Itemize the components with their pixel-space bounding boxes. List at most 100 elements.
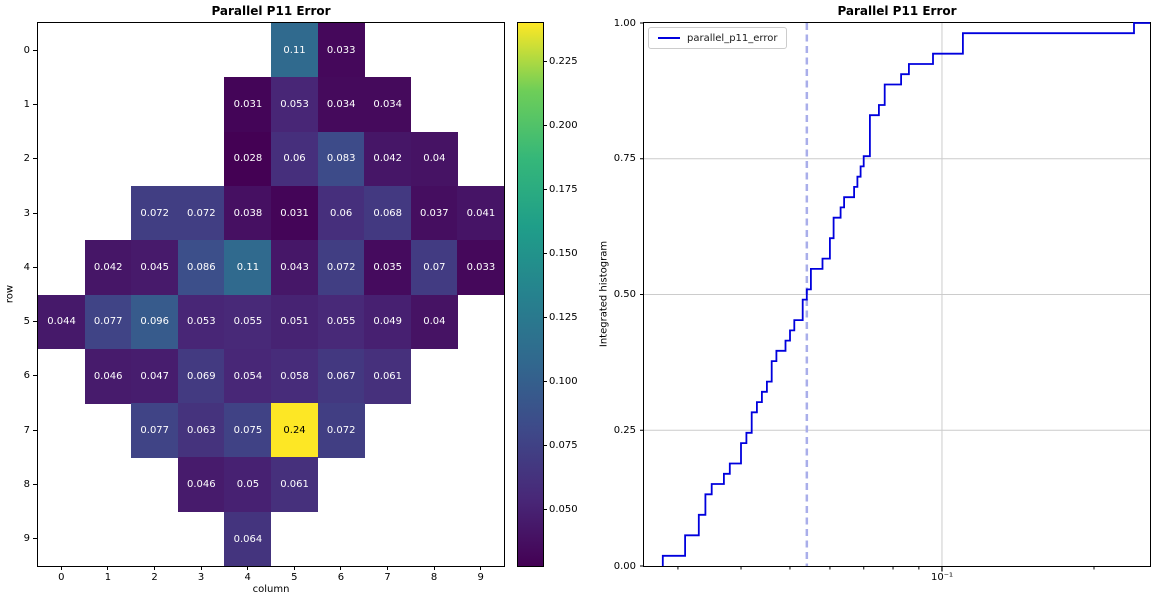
legend-label: parallel_p11_error: [687, 33, 777, 44]
heatmap-cell-value: 0.031: [234, 99, 263, 110]
colorbar-tick: [543, 61, 547, 62]
heatmap-x-tick-label: 6: [331, 571, 351, 584]
heatmap-y-tick-label: 4: [6, 261, 30, 274]
legend-box: parallel_p11_error: [648, 27, 787, 49]
heatmap-cell: 0.031: [271, 186, 318, 241]
cdf-plot: parallel_p11_error: [643, 22, 1151, 567]
heatmap-cell: 0.07: [411, 240, 458, 295]
heatmap-x-tick: [107, 566, 108, 570]
heatmap-cell-value: 0.07: [423, 262, 445, 273]
heatmap-cell-value: 0.072: [187, 208, 216, 219]
heatmap-cell: 0.042: [85, 240, 132, 295]
colorbar-tick-label: 0.125: [549, 311, 578, 324]
heatmap-cell-value: 0.04: [423, 316, 445, 327]
heatmap-cell: 0.072: [178, 186, 225, 241]
legend-line-sample: [658, 37, 680, 39]
cdf-y-tick-label: 0.00: [604, 560, 636, 573]
heatmap-cell-value: 0.033: [327, 45, 356, 56]
colorbar-tick-label: 0.075: [549, 439, 578, 452]
heatmap-cell: 0.053: [271, 77, 318, 132]
heatmap-x-tick: [387, 566, 388, 570]
colorbar-tick-label: 0.150: [549, 247, 578, 260]
heatmap-cell-value: 0.038: [234, 208, 263, 219]
heatmap-cell: 0.055: [224, 295, 271, 350]
cdf-y-tick-label: 0.25: [604, 424, 636, 437]
heatmap-cell: 0.049: [364, 295, 411, 350]
heatmap-cell-value: 0.049: [373, 316, 402, 327]
heatmap-cell-value: 0.072: [140, 208, 169, 219]
heatmap-y-tick: [33, 430, 37, 431]
heatmap-cell: 0.044: [38, 295, 85, 350]
heatmap-y-tick: [33, 538, 37, 539]
heatmap-cell: 0.068: [364, 186, 411, 241]
heatmap-ylabel: row: [5, 285, 16, 303]
heatmap-x-tick-label: 1: [98, 571, 118, 584]
heatmap-cell-value: 0.064: [234, 534, 263, 545]
heatmap-cell: 0.041: [457, 186, 504, 241]
colorbar-tick: [543, 189, 547, 190]
heatmap-cell-value: 0.034: [373, 99, 402, 110]
heatmap-cell-value: 0.034: [327, 99, 356, 110]
heatmap-cell-value: 0.05: [237, 479, 259, 490]
heatmap-y-tick-label: 1: [6, 98, 30, 111]
heatmap-cell: 0.055: [318, 295, 365, 350]
heatmap-cell: 0.047: [131, 349, 178, 404]
heatmap-y-tick-label: 5: [6, 315, 30, 328]
heatmap-y-tick-label: 0: [6, 44, 30, 57]
heatmap-cell: 0.072: [131, 186, 178, 241]
heatmap-cell-value: 0.053: [280, 99, 309, 110]
colorbar-tick: [543, 253, 547, 254]
cdf-y-tick-label: 0.50: [604, 288, 636, 301]
heatmap-cell: 0.043: [271, 240, 318, 295]
heatmap-cell: 0.072: [318, 403, 365, 458]
figure-canvas: Parallel P11 Error 0.110.0330.0310.0530.…: [0, 0, 1157, 604]
heatmap-cell: 0.072: [318, 240, 365, 295]
heatmap-cell-value: 0.083: [327, 153, 356, 164]
colorbar-tick-label: 0.100: [549, 375, 578, 388]
heatmap-cell: 0.058: [271, 349, 318, 404]
heatmap-cell: 0.033: [457, 240, 504, 295]
heatmap-cell-value: 0.042: [373, 153, 402, 164]
heatmap-y-tick: [33, 267, 37, 268]
heatmap-cell-value: 0.06: [283, 153, 305, 164]
heatmap-cell-value: 0.067: [327, 371, 356, 382]
heatmap-x-tick: [480, 566, 481, 570]
heatmap-y-tick-label: 7: [6, 424, 30, 437]
heatmap-x-tick: [154, 566, 155, 570]
heatmap-cell: 0.063: [178, 403, 225, 458]
heatmap-cell-value: 0.11: [283, 45, 305, 56]
heatmap-cell-value: 0.061: [373, 371, 402, 382]
heatmap-cell-value: 0.075: [234, 425, 263, 436]
heatmap-cell-value: 0.047: [140, 371, 169, 382]
heatmap-x-tick: [61, 566, 62, 570]
colorbar-tick-label: 0.175: [549, 183, 578, 196]
heatmap-cell-value: 0.072: [327, 425, 356, 436]
heatmap-title: Parallel P11 Error: [38, 4, 504, 18]
heatmap-y-tick: [33, 375, 37, 376]
heatmap-cell-value: 0.24: [283, 425, 305, 436]
heatmap-y-tick: [33, 213, 37, 214]
heatmap-cell-value: 0.043: [280, 262, 309, 273]
heatmap-cell-value: 0.044: [47, 316, 76, 327]
heatmap-cell: 0.051: [271, 295, 318, 350]
heatmap-cell-value: 0.11: [237, 262, 259, 273]
cdf-y-tick-label: 0.75: [604, 152, 636, 165]
heatmap-cell: 0.067: [318, 349, 365, 404]
heatmap-cell: 0.046: [178, 457, 225, 512]
heatmap-cell: 0.086: [178, 240, 225, 295]
heatmap-y-tick-label: 6: [6, 369, 30, 382]
heatmap-x-tick-label: 3: [191, 571, 211, 584]
heatmap-y-tick-label: 8: [6, 478, 30, 491]
heatmap-cell: 0.24: [271, 403, 318, 458]
heatmap-cell-value: 0.061: [280, 479, 309, 490]
heatmap-cell: 0.077: [85, 295, 132, 350]
heatmap-cell: 0.06: [271, 132, 318, 187]
cdf-x-major-tick-label: 10⁻¹: [931, 572, 953, 583]
heatmap-x-tick-label: 7: [378, 571, 398, 584]
heatmap-cell: 0.06: [318, 186, 365, 241]
heatmap-cell-value: 0.046: [187, 479, 216, 490]
heatmap-x-tick: [201, 566, 202, 570]
heatmap-cell-value: 0.077: [94, 316, 123, 327]
heatmap-cell-value: 0.037: [420, 208, 449, 219]
heatmap-x-tick: [340, 566, 341, 570]
